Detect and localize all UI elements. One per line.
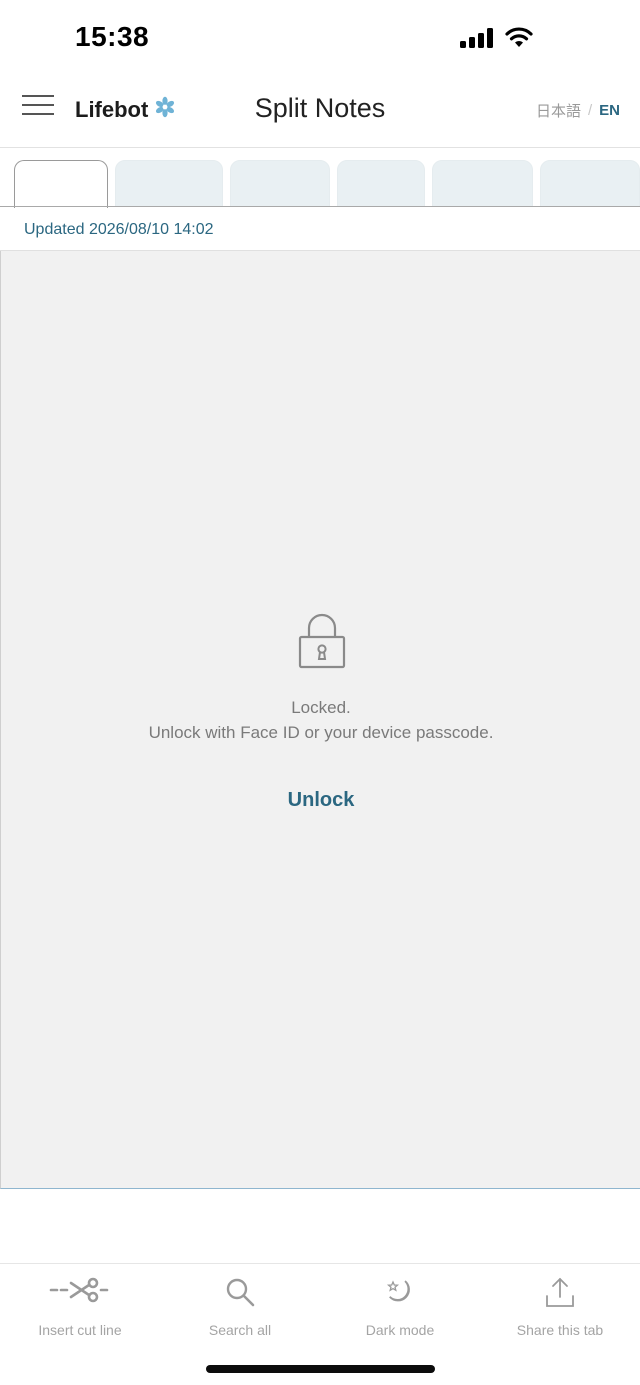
moon-star-icon: [384, 1276, 416, 1313]
status-bar: 15:38: [0, 0, 640, 78]
app-screen: 15:38 Lifebot Split Notes 日本語 / EN Updat…: [0, 0, 640, 1385]
lang-japanese-link[interactable]: 日本語: [536, 100, 581, 121]
locked-description: Unlock with Face ID or your device passc…: [148, 723, 494, 742]
search-icon: [224, 1276, 256, 1313]
cellular-signal-icon: [460, 28, 494, 53]
insert-cut-line-button[interactable]: Insert cut line: [0, 1274, 160, 1338]
unlock-button[interactable]: Unlock: [271, 789, 371, 819]
wifi-icon: [504, 25, 534, 54]
tab-4[interactable]: [337, 160, 425, 207]
tab-5[interactable]: [432, 160, 533, 207]
dark-mode-toggle[interactable]: Dark mode: [320, 1274, 480, 1338]
share-icon: [544, 1276, 576, 1313]
share-tab-label: Share this tab: [516, 1322, 604, 1338]
search-all-button[interactable]: Search all: [160, 1274, 320, 1338]
tab-6[interactable]: [540, 160, 640, 207]
updated-timestamp: Updated 2026/08/10 14:02: [24, 221, 214, 238]
status-time: 15:38: [75, 21, 150, 52]
lang-english-link[interactable]: EN: [599, 102, 620, 119]
lock-icon: [298, 613, 346, 674]
language-switcher: 日本語 / EN: [536, 100, 620, 121]
home-indicator: [206, 1365, 435, 1373]
dark-mode-label: Dark mode: [365, 1322, 435, 1338]
note-content-area: Locked. Unlock with Face ID or your devi…: [0, 251, 640, 1189]
tab-strip: [0, 148, 640, 208]
scissors-icon: [49, 1276, 111, 1309]
lang-separator: /: [587, 102, 593, 119]
tab-baseline: [0, 206, 640, 207]
tab-2[interactable]: [115, 160, 223, 207]
tab-1[interactable]: [14, 160, 108, 208]
locked-title: Locked.: [291, 698, 351, 717]
search-all-label: Search all: [208, 1322, 272, 1338]
share-tab-button[interactable]: Share this tab: [480, 1274, 640, 1338]
app-header: Lifebot Split Notes 日本語 / EN: [0, 78, 640, 148]
insert-cut-line-label: Insert cut line: [38, 1322, 122, 1338]
updated-bar: Updated 2026/08/10 14:02: [0, 208, 640, 251]
tab-3[interactable]: [230, 160, 330, 207]
